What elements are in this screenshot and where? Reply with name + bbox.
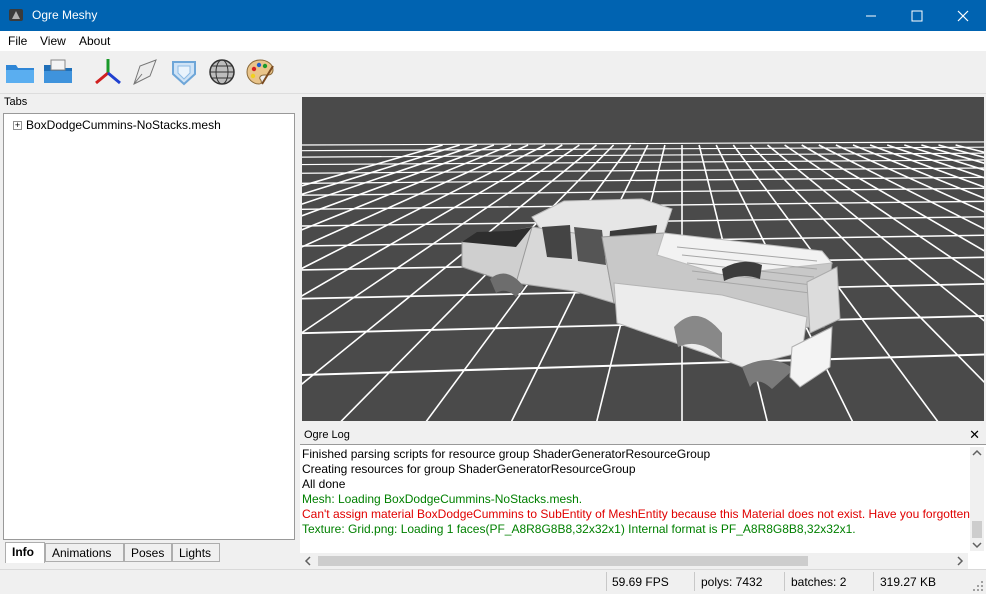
expand-icon[interactable]: +: [13, 120, 22, 130]
log-line: Can't assign material BoxDodgeCummins to…: [302, 507, 986, 521]
scroll-left-icon[interactable]: [302, 553, 314, 569]
maximize-button[interactable]: [894, 0, 940, 31]
log-line: Texture: Grid.png: Loading 1 faces(PF_A8…: [302, 522, 856, 536]
maximize-icon: [911, 10, 923, 21]
truck-mesh: [461, 198, 841, 389]
status-bar: 59.69 FPS polys: 7432 batches: 2 319.27 …: [0, 569, 986, 594]
material-palette-icon[interactable]: [244, 56, 276, 88]
status-fps: 59.69 FPS: [612, 575, 669, 589]
bounding-box-icon[interactable]: [168, 56, 200, 88]
log-output[interactable]: Finished parsing scripts for resource gr…: [300, 444, 986, 570]
close-window-button[interactable]: [940, 0, 986, 31]
tabs-pane-label: Tabs: [4, 96, 28, 108]
log-line: Finished parsing scripts for resource gr…: [302, 447, 711, 461]
horizontal-scroll-thumb[interactable]: [318, 556, 808, 566]
log-line: All done: [302, 477, 346, 491]
tab-lights[interactable]: Lights: [172, 543, 220, 562]
log-vertical-scrollbar[interactable]: [970, 447, 984, 551]
mesh-tree[interactable]: + BoxDodgeCummins-NoStacks.mesh: [3, 113, 295, 540]
log-line: Creating resources for group ShaderGener…: [302, 462, 636, 476]
window-title: Ogre Meshy: [32, 8, 98, 22]
log-title: Ogre Log: [304, 429, 350, 441]
wireframe-sphere-icon[interactable]: [206, 56, 238, 88]
tab-animations[interactable]: Animations: [45, 543, 124, 562]
status-separator: [694, 572, 695, 591]
scroll-thumb[interactable]: [972, 521, 982, 538]
open-folder-icon[interactable]: [4, 56, 36, 88]
tab-poses[interactable]: Poses: [124, 543, 172, 562]
resize-grip-icon[interactable]: [972, 580, 984, 592]
ogre-app-icon: [9, 9, 23, 21]
status-separator: [784, 572, 785, 591]
axes-icon[interactable]: [92, 56, 124, 88]
normals-icon[interactable]: [130, 56, 162, 88]
scroll-down-icon[interactable]: [970, 539, 984, 551]
open-archive-icon[interactable]: [42, 56, 74, 88]
render-viewport[interactable]: [302, 97, 984, 421]
tree-item-mesh[interactable]: + BoxDodgeCummins-NoStacks.mesh: [13, 118, 221, 132]
menu-view[interactable]: View: [40, 34, 66, 48]
log-header: Ogre Log ✕: [300, 427, 986, 444]
log-line: Mesh: Loading BoxDodgeCummins-NoStacks.m…: [302, 492, 583, 506]
tree-item-label: BoxDodgeCummins-NoStacks.mesh: [26, 118, 221, 132]
menu-about[interactable]: About: [79, 34, 110, 48]
status-separator: [606, 572, 607, 591]
menu-file[interactable]: File: [8, 34, 27, 48]
close-icon: [957, 10, 969, 21]
menu-bar: File View About: [0, 31, 986, 51]
status-separator: [873, 572, 874, 591]
tab-info[interactable]: Info: [5, 542, 45, 563]
minimize-button[interactable]: [848, 0, 894, 31]
log-horizontal-scrollbar[interactable]: [300, 553, 968, 569]
minimize-icon: [866, 15, 876, 16]
log-pane: Ogre Log ✕ Finished parsing scripts for …: [300, 427, 986, 570]
status-batches: batches: 2: [791, 575, 847, 589]
scroll-right-icon[interactable]: [954, 553, 966, 569]
scroll-up-icon[interactable]: [970, 447, 984, 459]
log-close-icon[interactable]: ✕: [969, 427, 980, 443]
title-bar: Ogre Meshy: [0, 0, 986, 31]
tabs-pane: Tabs + BoxDodgeCummins-NoStacks.mesh Inf…: [0, 94, 298, 568]
status-memory: 319.27 KB: [880, 575, 937, 589]
status-polys: polys: 7432: [701, 575, 763, 589]
toolbar: [0, 51, 986, 94]
